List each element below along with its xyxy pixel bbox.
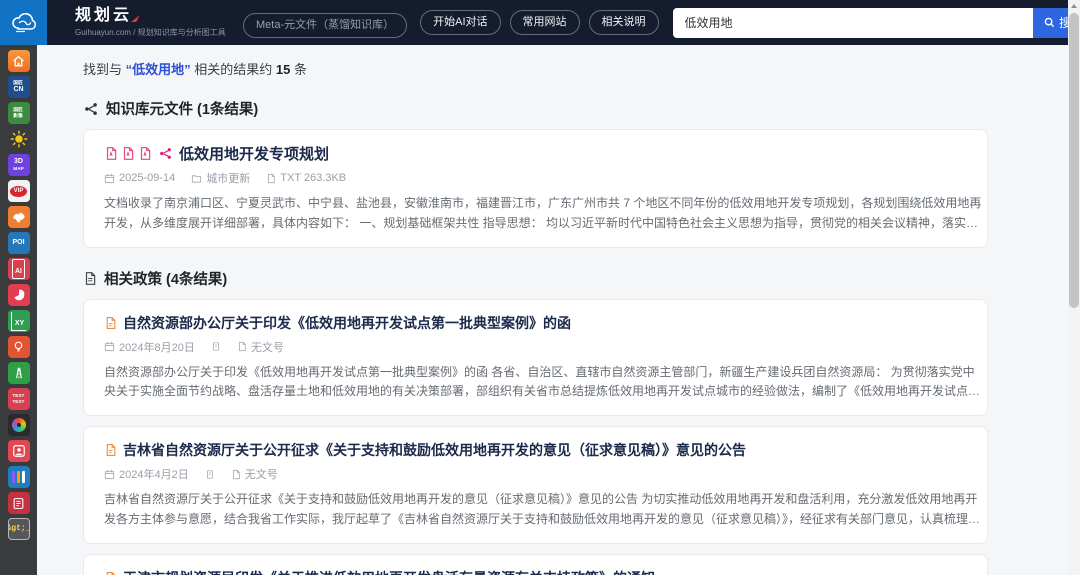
search-input[interactable] — [672, 7, 1033, 38]
sidebar-text-tool-icon[interactable]: TEXT TEXT — [7, 388, 30, 410]
sidebar-color-wheel-icon[interactable] — [7, 414, 30, 436]
policy-card[interactable]: 天津市规划资源局印发《关于推进低效用地再开发盘活存量资源有关支持政策》的通知 2… — [83, 553, 988, 575]
brand-subtitle: Guihuayun.com / 规划知识库与分析图工具 — [75, 28, 226, 37]
policy-card[interactable]: 吉林省自然资源厅关于公开征求《关于支持和鼓励低效用地再开发的意见（征求意见稿）》… — [83, 426, 988, 544]
orange-document-icon — [104, 443, 117, 457]
sidebar-sun-icon[interactable] — [8, 128, 30, 150]
sidebar-id-card-icon[interactable] — [7, 440, 30, 462]
result-summary: 找到与 “低效用地” 相关的结果约 15 条 — [83, 62, 307, 77]
left-sidebar: 国匠 CN 国匠 影像 3D MAP VIP POI AI XY TEXT TE… — [0, 45, 37, 575]
sidebar-books-icon[interactable] — [7, 466, 30, 488]
pdf-file-icons — [104, 146, 152, 161]
doc-number-item: 无文号 — [237, 339, 284, 355]
doc-number-item: 无文号 — [231, 466, 278, 482]
share-nodes-icon — [158, 147, 173, 160]
policy-title[interactable]: 自然资源部办公厅关于印发《低效用地再开发试点第一批典型案例》的函 — [123, 313, 571, 333]
sidebar-pie-chart-icon[interactable] — [7, 284, 30, 306]
search-bar: 搜索 — [672, 7, 1080, 38]
main-content: 找到与 “低效用地” 相关的结果约 15 条 知识库元文件 (1条结果) 低效用… — [37, 45, 1068, 575]
sidebar-guojiang-yingxiang-icon[interactable]: 国匠 影像 — [7, 102, 30, 124]
share-nodes-icon — [83, 102, 99, 116]
meta-file-title[interactable]: 低效用地开发专项规划 — [179, 143, 329, 164]
sidebar-guojiang-cn-icon[interactable]: 国匠 CN — [7, 76, 30, 98]
sidebar-china-map-icon[interactable] — [7, 206, 30, 228]
section-header-meta-files: 知识库元文件 (1条结果) — [83, 98, 1068, 119]
issuer-icon — [211, 341, 221, 352]
sidebar-road-icon[interactable] — [7, 362, 30, 384]
meta-files-button[interactable]: Meta-元文件（蒸馏知识库） — [243, 13, 408, 38]
search-keyword: “低效用地” — [125, 62, 191, 77]
date-item: 2025-09-14 — [104, 172, 175, 184]
policy-description: 自然资源部办公厅关于印发《低效用地再开发试点第一批典型案例》的函 各省、自治区、… — [104, 364, 981, 399]
scrollbar-up-arrow-icon[interactable] — [1071, 4, 1077, 8]
brand-title: 规划云 — [75, 7, 133, 24]
document-icon — [83, 271, 97, 286]
brand-red-mark-icon — [131, 15, 140, 22]
ai-chat-button[interactable]: 开始AI对话 — [420, 10, 501, 35]
meta-file-description: 文档收录了南京浦口区、宁夏灵武市、中宁县、盐池县，安徽淮南市，福建晋江市，广东广… — [104, 196, 982, 230]
cloud-logo-icon — [10, 11, 38, 35]
meta-file-card[interactable]: 低效用地开发专项规划 2025-09-14 城市更新 TXT 263.3KB 文… — [83, 129, 988, 248]
date-item: 2024年4月2日 — [104, 466, 189, 482]
app-logo[interactable] — [0, 0, 47, 45]
filesize-item: TXT 263.3KB — [266, 172, 346, 184]
top-header: 规划云 Guihuayun.com / 规划知识库与分析图工具 Meta-元文件… — [47, 0, 1080, 45]
sidebar-home-icon[interactable] — [7, 50, 30, 72]
common-sites-button[interactable]: 常用网站 — [509, 10, 580, 35]
sidebar-3d-map-icon[interactable]: 3D MAP — [7, 154, 30, 176]
result-count: 15 — [275, 62, 291, 77]
sidebar-terminal-icon[interactable]: &gt;_ — [7, 518, 30, 540]
policy-card[interactable]: 自然资源部办公厅关于印发《低效用地再开发试点第一批典型案例》的函 2024年8月… — [83, 298, 988, 417]
brand-block[interactable]: 规划云 Guihuayun.com / 规划知识库与分析图工具 — [75, 7, 243, 38]
orange-document-icon — [104, 571, 117, 575]
vertical-scrollbar[interactable] — [1068, 0, 1080, 575]
sidebar-seal-doc-icon[interactable] — [7, 492, 30, 514]
sidebar-xy-icon[interactable]: XY — [7, 310, 30, 332]
policy-description: 吉林省自然资源厅关于公开征求《关于支持和鼓励低效用地再开发的意见（征求意见稿）》… — [104, 492, 981, 526]
sidebar-poi-icon[interactable]: POI — [7, 232, 30, 254]
section-header-policies: 相关政策 (4条结果) — [83, 268, 1068, 289]
date-item: 2024年8月20日 — [104, 339, 195, 355]
issuer-icon — [205, 469, 215, 480]
scrollbar-thumb[interactable] — [1069, 13, 1079, 308]
sidebar-ai-icon[interactable]: AI — [7, 258, 30, 280]
policy-title[interactable]: 天津市规划资源局印发《关于推进低效用地再开发盘活存量资源有关支持政策》的通知 — [123, 568, 655, 575]
orange-document-icon — [104, 316, 117, 330]
policy-title[interactable]: 吉林省自然资源厅关于公开征求《关于支持和鼓励低效用地再开发的意见（征求意见稿）》… — [123, 440, 746, 460]
sidebar-vip-icon[interactable]: VIP — [7, 180, 30, 202]
search-icon — [1044, 17, 1055, 28]
sidebar-bulb-icon[interactable] — [7, 336, 30, 358]
category-item: 城市更新 — [191, 170, 250, 186]
related-docs-button[interactable]: 相关说明 — [588, 10, 659, 35]
